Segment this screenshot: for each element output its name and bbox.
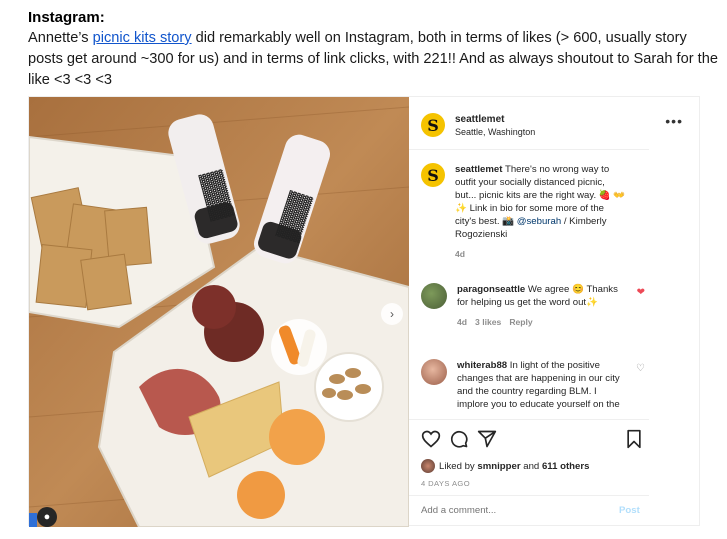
caption: S seattlemet There's no wrong way to out… — [421, 163, 651, 259]
caption-text: seattlemet There's no wrong way to outfi… — [455, 163, 627, 241]
account-avatar[interactable]: S — [421, 113, 445, 137]
liked-by-text: Liked by smnipper and 611 others — [439, 461, 589, 472]
caption-age[interactable]: 4d — [455, 249, 465, 259]
reply-button[interactable]: Reply — [509, 317, 532, 327]
comment-age[interactable]: 4d — [457, 317, 467, 327]
comment-item: whiterab88 In light of the positive chan… — [421, 359, 651, 419]
comment-like-heart-icon[interactable]: ❤ — [637, 287, 645, 298]
comment-text: paragonseattle We agree 😊 Thanks for hel… — [457, 283, 629, 309]
picnic-kits-story-link[interactable]: picnic kits story — [93, 30, 192, 46]
post-photo: ▓▓▓ ▓▓▓ ● › — [29, 97, 409, 527]
liked-by-and: and — [520, 460, 542, 472]
header-divider — [409, 149, 649, 150]
next-image-button[interactable]: › — [381, 303, 403, 325]
caption-body: seattlemet There's no wrong way to outfi… — [455, 163, 627, 259]
post-comment-button[interactable]: Post — [619, 505, 640, 516]
caption-avatar[interactable]: S — [421, 163, 445, 187]
comment-divider — [409, 495, 649, 496]
commenter-avatar[interactable] — [421, 283, 447, 309]
caption-username[interactable]: seattlemet — [455, 164, 502, 175]
picnic-photo-illustration: ▓▓▓ ▓▓▓ — [29, 97, 409, 527]
summary-paragraph: Annette’s picnic kits story did remarkab… — [28, 28, 718, 91]
comment-likes[interactable]: 3 likes — [475, 317, 501, 327]
document-body: Instagram: Annette’s picnic kits story d… — [28, 8, 718, 91]
post-header: S seattlemet Seattle, Washington — [421, 107, 671, 143]
section-heading: Instagram: — [28, 9, 105, 26]
share-send-icon[interactable] — [477, 429, 497, 449]
comment-item: paragonseattle We agree 😊 Thanks for hel… — [421, 283, 651, 327]
comment-username[interactable]: whiterab88 — [457, 360, 507, 371]
actions-divider — [409, 419, 649, 420]
comment-username[interactable]: paragonseattle — [457, 284, 525, 295]
comment-body: paragonseattle We agree 😊 Thanks for hel… — [457, 283, 645, 327]
user-tag-icon[interactable]: ● — [37, 507, 57, 527]
comment-meta: 4d 3 likes Reply — [457, 317, 629, 327]
liker-avatar[interactable] — [421, 459, 435, 473]
caption-meta: 4d — [455, 249, 627, 259]
comment-bubble-icon[interactable] — [449, 429, 469, 449]
comment-text: whiterab88 In light of the positive chan… — [457, 359, 629, 411]
para-text-before: Annette’s — [28, 30, 93, 46]
post-timestamp[interactable]: 4 DAYS AGO — [421, 479, 470, 488]
post-actions — [421, 429, 645, 453]
caption-mention-link[interactable]: @seburah — [517, 216, 561, 227]
account-name[interactable]: seattlemet — [455, 114, 535, 125]
liked-by-prefix: Liked by — [439, 460, 478, 472]
save-bookmark-icon[interactable] — [625, 429, 643, 449]
add-comment-input[interactable] — [421, 505, 641, 516]
post-sidebar: S seattlemet Seattle, Washington ••• S s… — [409, 97, 701, 527]
header-text: seattlemet Seattle, Washington — [455, 114, 535, 137]
more-options-icon[interactable]: ••• — [665, 113, 683, 129]
liker-username[interactable]: smnipper — [477, 461, 520, 472]
instagram-post-embed: ▓▓▓ ▓▓▓ ● › S seattlemet Seattle, Washin… — [28, 96, 701, 527]
comment-body: whiterab88 In light of the positive chan… — [457, 359, 645, 419]
likes-count-link[interactable]: 611 others — [542, 461, 589, 472]
commenter-avatar[interactable] — [421, 359, 447, 385]
likes-summary: Liked by smnipper and 611 others — [421, 459, 589, 473]
comment-like-heart-icon[interactable]: ♡ — [636, 363, 645, 374]
like-heart-icon[interactable] — [421, 429, 441, 449]
blue-edge-strip — [29, 513, 37, 527]
location-link[interactable]: Seattle, Washington — [455, 127, 535, 137]
